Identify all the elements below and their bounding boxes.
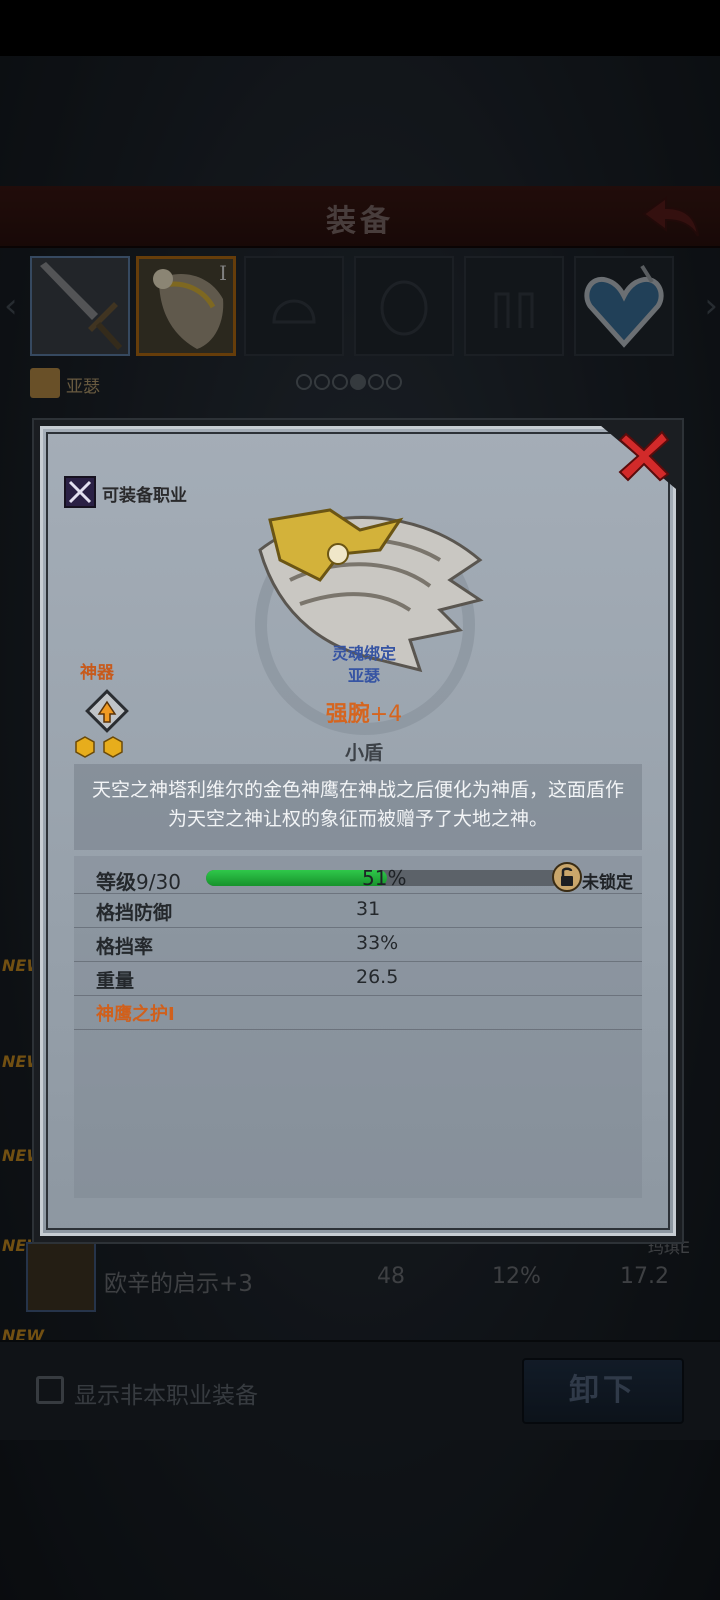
level-label-text: 等级 [96, 870, 136, 894]
stat-value: 33% [356, 932, 399, 954]
skill-row: 神鹰之护I [74, 996, 642, 1030]
stat-label: 格挡率 [96, 936, 154, 958]
crossed-weapons-icon [68, 480, 92, 504]
exp-bar-fill [206, 870, 387, 886]
stat-row: 格挡防御 31 [74, 894, 642, 928]
item-enhance-level: +4 [369, 702, 403, 727]
stat-label: 重量 [96, 970, 135, 992]
stat-label: 格挡防御 [96, 902, 173, 924]
exp-percent: 51% [362, 866, 407, 890]
equippable-class-label: 可装备职业 [102, 486, 187, 506]
stats-panel: 等级9/30 51% 未锁定 格挡防御 31 格挡率 33% 重量 26.5 神… [74, 856, 642, 1198]
artifact-label: 神器 [80, 663, 114, 683]
unlock-icon[interactable] [552, 862, 582, 892]
stat-row: 格挡率 33% [74, 928, 642, 962]
level-row: 等级9/30 51% 未锁定 [74, 860, 642, 894]
item-name: 强腕+4 [40, 696, 688, 728]
lock-status[interactable]: 未锁定 [582, 868, 633, 893]
soul-bound-owner: 亚瑟 [347, 666, 380, 685]
skill-name[interactable]: 神鹰之护I [96, 1000, 175, 1026]
item-detail-modal: 可装备职业 灵魂绑定 亚瑟 神器 强腕+4 小盾 天空之神塔利维尔的金色神鹰在神… [34, 420, 682, 1242]
stat-value: 31 [356, 898, 381, 920]
stat-value: 26.5 [356, 966, 399, 988]
item-description: 天空之神塔利维尔的金色神鹰在神战之后便化为神盾，这面盾作为天空之神让权的象征而被… [91, 779, 624, 830]
item-name-text: 强腕 [325, 702, 370, 727]
level-value: 9/30 [136, 870, 181, 894]
stat-row: 重量 26.5 [74, 962, 642, 996]
close-icon[interactable] [616, 428, 672, 484]
item-description-box: 天空之神塔利维尔的金色神鹰在神战之后便化为神盾，这面盾作为天空之神让权的象征而被… [74, 764, 642, 850]
class-icon [64, 476, 96, 508]
soul-bound-label: 灵魂绑定 [331, 644, 396, 663]
level-label: 等级9/30 [96, 866, 181, 895]
item-type: 小盾 [344, 742, 383, 764]
